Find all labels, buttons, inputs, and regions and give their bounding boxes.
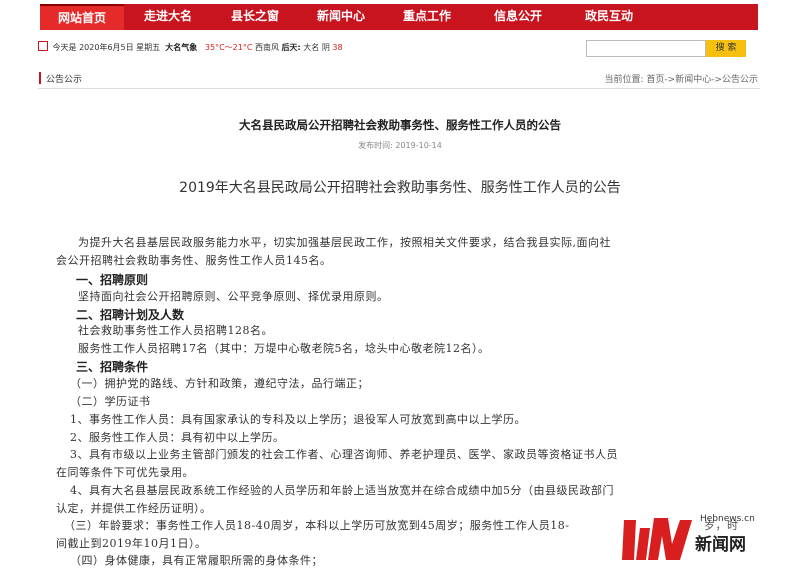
section-heading-1: 一、招聘原则 — [76, 273, 149, 287]
condition-3-line-1: （三）年龄要求：事务性工作人员18-40周岁，本科以上学历可放宽到45周岁；服务… — [64, 517, 670, 535]
day-after-temp: 38 — [332, 43, 343, 52]
section-title: 公告公示 — [46, 75, 83, 85]
section-heading-3: 三、招聘条件 — [76, 360, 149, 374]
today-label: 今天是 2020年6月5日 星期五 — [52, 43, 161, 52]
watermark-domain: Hebnews.cn — [700, 514, 755, 524]
plan-line-2: 服务性工作人员招聘17名（其中：万堤中心敬老院5名，埝头中心敬老院12名）。 — [78, 342, 490, 355]
nav-item-about[interactable]: 走进大名 — [124, 4, 212, 30]
condition-2-item-3-line-1: 3、具有市级以上业务主管部门颁发的社会工作者、心理咨询师、养老护理员、医学、家政… — [70, 448, 618, 461]
watermark-brand: 新闻网 — [695, 535, 746, 555]
search-input[interactable] — [586, 40, 706, 57]
section-heading-2: 二、招聘计划及人数 — [76, 308, 185, 322]
intro-line-2: 会公开招聘社会救助事务性、服务性工作人员145名。 — [56, 254, 332, 267]
nav-item-home[interactable]: 网站首页 — [40, 4, 124, 30]
condition-2-item-1: 1、事务性工作人员：具有国家承认的专科及以上学历；退役军人可放宽到高中以上学历。 — [70, 413, 526, 426]
condition-2-item-2: 2、服务性工作人员：具有初中以上学历。 — [70, 431, 285, 444]
hebnews-logo-icon — [622, 518, 692, 560]
condition-2: （二）学历证书 — [70, 395, 151, 408]
article-title: 大名县民政局公开招聘社会救助事务性、服务性工作人员的公告 — [239, 118, 561, 132]
breadcrumb-location[interactable]: 当前位置: 首页->新闻中心->公告公示 — [605, 72, 758, 85]
nav-item-news[interactable]: 新闻中心 — [298, 4, 384, 30]
condition-3-text: （三）年龄要求：事务性工作人员18-40周岁，本科以上学历可放宽到45周岁；服务… — [64, 519, 570, 532]
main-nav: 网站首页 走进大名 县长之窗 新闻中心 重点工作 信息公开 政民互动 — [0, 0, 800, 32]
weather-label: 大名气象 — [165, 43, 198, 52]
date-weather-row: 今天是 2020年6月5日 星期五 大名气象 35°C～21°C 西南风 后天:… — [38, 41, 343, 53]
intro-line-1: 为提升大名县基层民政服务能力水平，切实加强基层民政工作，按照相关文件要求，结合我… — [78, 236, 611, 249]
publish-time: 发布时间: 2019-10-14 — [358, 141, 442, 150]
principle-text: 坚持面向社会公开招聘原则、公平竞争原则、择优录用原则。 — [78, 290, 389, 303]
nav-item-magistrate[interactable]: 县长之窗 — [212, 4, 298, 30]
nav-item-disclosure[interactable]: 信息公开 — [470, 4, 566, 30]
condition-2-item-4-line-1: 4、具有大名县基层民政系统工作经验的人员学历和年龄上适当放宽并在综合成绩中加5分… — [70, 484, 614, 497]
nav-item-interaction[interactable]: 政民互动 — [566, 4, 652, 30]
day-after-weather: 大名 阴 — [303, 43, 330, 52]
calendar-icon — [38, 41, 48, 51]
day-after-label: 后天: — [281, 43, 301, 52]
section-marker — [39, 72, 41, 84]
breadcrumb: 公告公示 当前位置: 首页->新闻中心->公告公示 — [38, 70, 760, 89]
temperature: 35°C～21°C — [204, 43, 253, 52]
search-button[interactable]: 搜 索 — [706, 40, 746, 57]
hebnews-watermark: Hebnews.cn 新闻网 — [620, 512, 790, 566]
condition-2-item-3-line-2: 在同等条件下可优先录用。 — [56, 466, 194, 479]
wind: 西南风 — [254, 43, 279, 52]
condition-1: （一）拥护党的路线、方针和政策，遵纪守法，品行端正； — [70, 377, 369, 390]
nav-item-key-work[interactable]: 重点工作 — [384, 4, 470, 30]
plan-line-1: 社会救助事务性工作人员招聘128名。 — [78, 324, 273, 337]
body-title: 2019年大名县民政局公开招聘社会救助事务性、服务性工作人员的公告 — [179, 180, 621, 196]
